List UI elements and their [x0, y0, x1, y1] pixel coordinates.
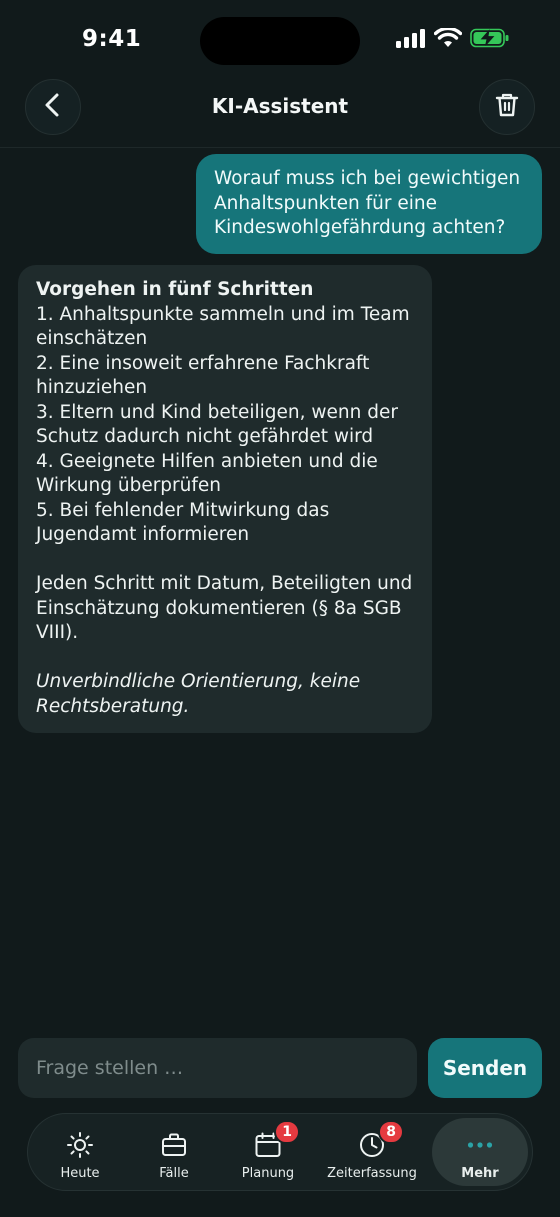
sun-icon — [66, 1128, 94, 1162]
more-dots-icon — [466, 1128, 494, 1162]
page-title: KI-Assistent — [211, 94, 349, 118]
tab-label: Heute — [60, 1166, 100, 1181]
assistant-step: 2. Eine insoweit erfahrene Fachkraft hin… — [36, 352, 370, 399]
status-time: 9:41 — [82, 26, 142, 52]
bottom-tab-bar: Heute Fälle 1 Planung 8 Zeiterfassung Me… — [27, 1113, 533, 1191]
clock-icon: 8 — [358, 1120, 404, 1162]
assistant-documentation-note: Jeden Schritt mit Datum, Beteiligten und… — [36, 573, 413, 643]
assistant-step: 3. Eltern und Kind beteiligen, wenn der … — [36, 401, 398, 448]
assistant-heading: Vorgehen in fünf Schritten — [36, 279, 314, 300]
tab-planung[interactable]: 1 Planung — [224, 1118, 312, 1186]
notification-badge: 8 — [378, 1120, 404, 1144]
briefcase-icon — [160, 1128, 188, 1162]
dynamic-island — [200, 17, 360, 65]
notification-badge: 1 — [274, 1120, 300, 1144]
tab-label: Zeiterfassung — [327, 1166, 417, 1181]
send-button[interactable]: Senden — [428, 1038, 542, 1098]
question-input[interactable] — [18, 1038, 417, 1098]
tab-label: Planung — [241, 1166, 295, 1181]
battery-charging-icon — [470, 28, 510, 52]
status-bar: 9:41 — [0, 0, 560, 80]
delete-chat-button[interactable] — [479, 79, 535, 135]
assistant-message-bubble: Vorgehen in fünf Schritten 1. Anhaltspun… — [18, 265, 432, 733]
tab-label: Mehr — [461, 1166, 499, 1181]
assistant-step: 1. Anhaltspunkte sammeln und im Team ein… — [36, 303, 410, 350]
app-header: KI-Assistent — [0, 78, 560, 148]
wifi-icon — [433, 26, 463, 52]
user-message-bubble: Worauf muss ich bei gewichtigen Anhaltsp… — [196, 154, 542, 254]
tab-heute[interactable]: Heute — [36, 1118, 124, 1186]
trash-icon — [495, 92, 519, 122]
user-message-text: Worauf muss ich bei gewichtigen Anhaltsp… — [214, 168, 521, 238]
tab-zeiterfassung[interactable]: 8 Zeiterfassung — [318, 1118, 426, 1186]
tab-mehr[interactable]: Mehr — [432, 1118, 528, 1186]
tab-faelle[interactable]: Fälle — [130, 1118, 218, 1186]
app-screen: 9:41 KI-Assistent Worauf muss ich bei ge… — [0, 0, 560, 1217]
status-icons — [396, 26, 510, 52]
assistant-disclaimer: Unverbindliche Orientierung, keine Recht… — [36, 671, 361, 717]
cellular-signal-icon — [396, 28, 426, 52]
calendar-icon: 1 — [254, 1120, 300, 1162]
tab-label: Fälle — [159, 1166, 189, 1181]
assistant-step: 4. Geeignete Hilfen anbieten und die Wir… — [36, 450, 378, 497]
assistant-step: 5. Bei fehlender Mitwirkung das Jugendam… — [36, 499, 330, 546]
